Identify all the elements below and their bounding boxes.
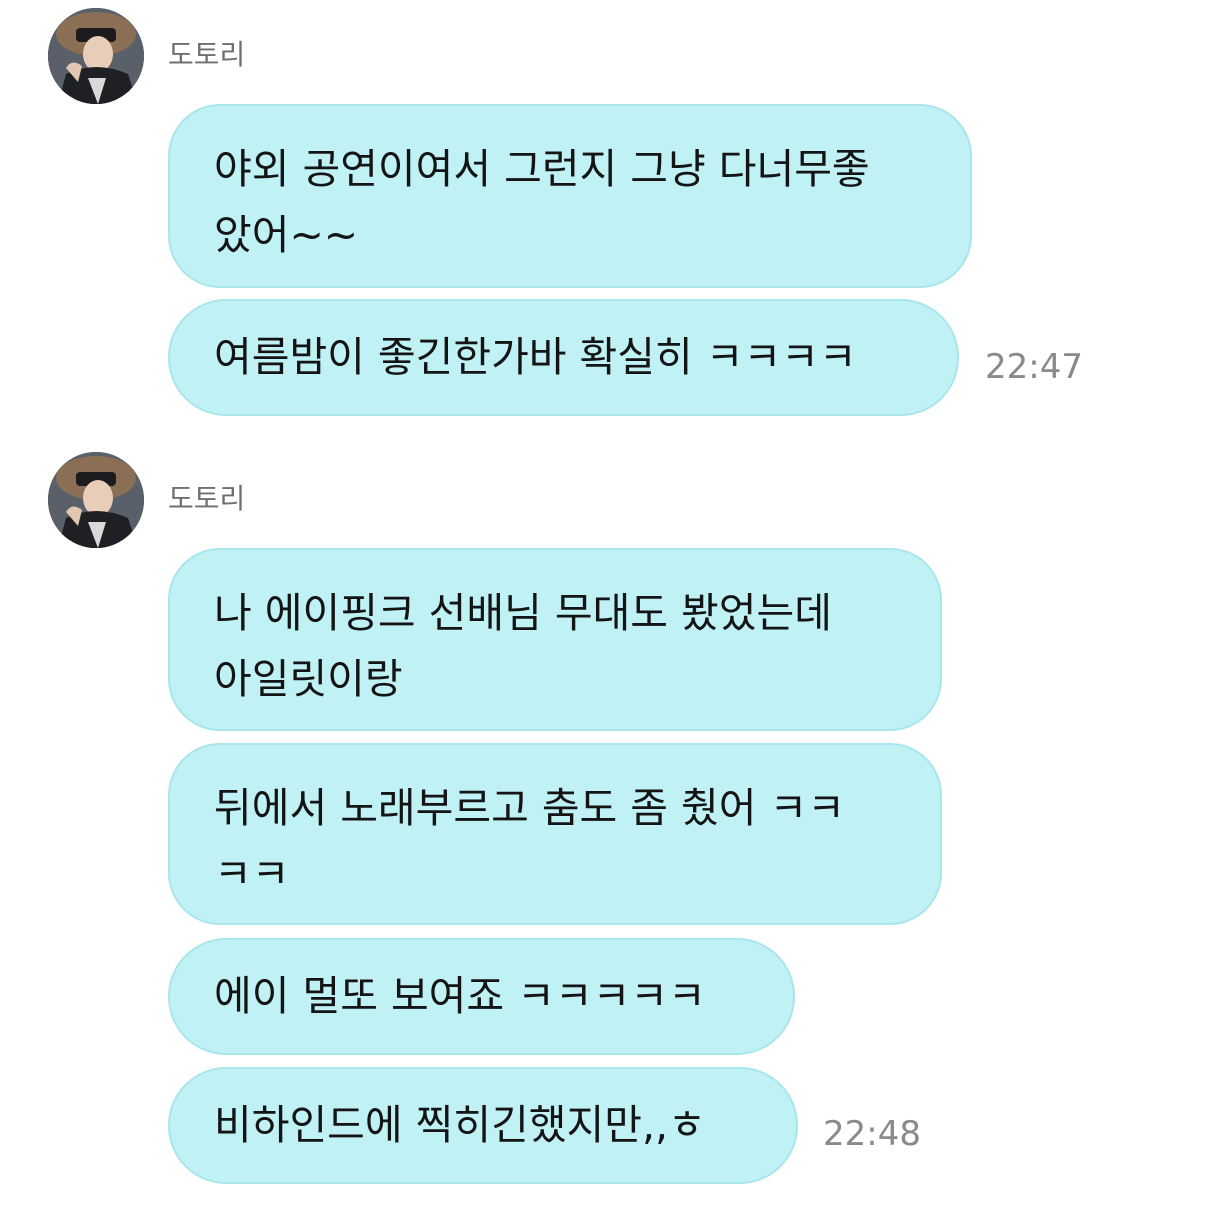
message-bubble[interactable]: 나 에이핑크 선배님 무대도 봤었는데 아일릿이랑 [168, 548, 942, 731]
sender-name: 도토리 [168, 38, 246, 71]
message-bubble[interactable]: 에이 멀또 보여죠 ㅋㅋㅋㅋㅋ [168, 938, 795, 1055]
sender-name: 도토리 [168, 482, 246, 515]
avatar-image [48, 8, 144, 104]
sender-avatar[interactable] [48, 452, 144, 548]
avatar-image [48, 452, 144, 548]
message-bubble[interactable]: 비하인드에 찍히긴했지만,,ㅎ [168, 1067, 798, 1184]
message-bubble[interactable]: 여름밤이 좋긴한가바 확실히 ㅋㅋㅋㅋ [168, 299, 959, 416]
message-time: 22:47 [985, 347, 1083, 387]
message-time: 22:48 [823, 1114, 921, 1154]
sender-avatar[interactable] [48, 8, 144, 104]
message-bubble[interactable]: 야외 공연이여서 그런지 그냥 다너무좋 았어~~ [168, 104, 972, 288]
message-bubble[interactable]: 뒤에서 노래부르고 춤도 좀 췄어 ㅋㅋ ㅋㅋ [168, 743, 942, 925]
